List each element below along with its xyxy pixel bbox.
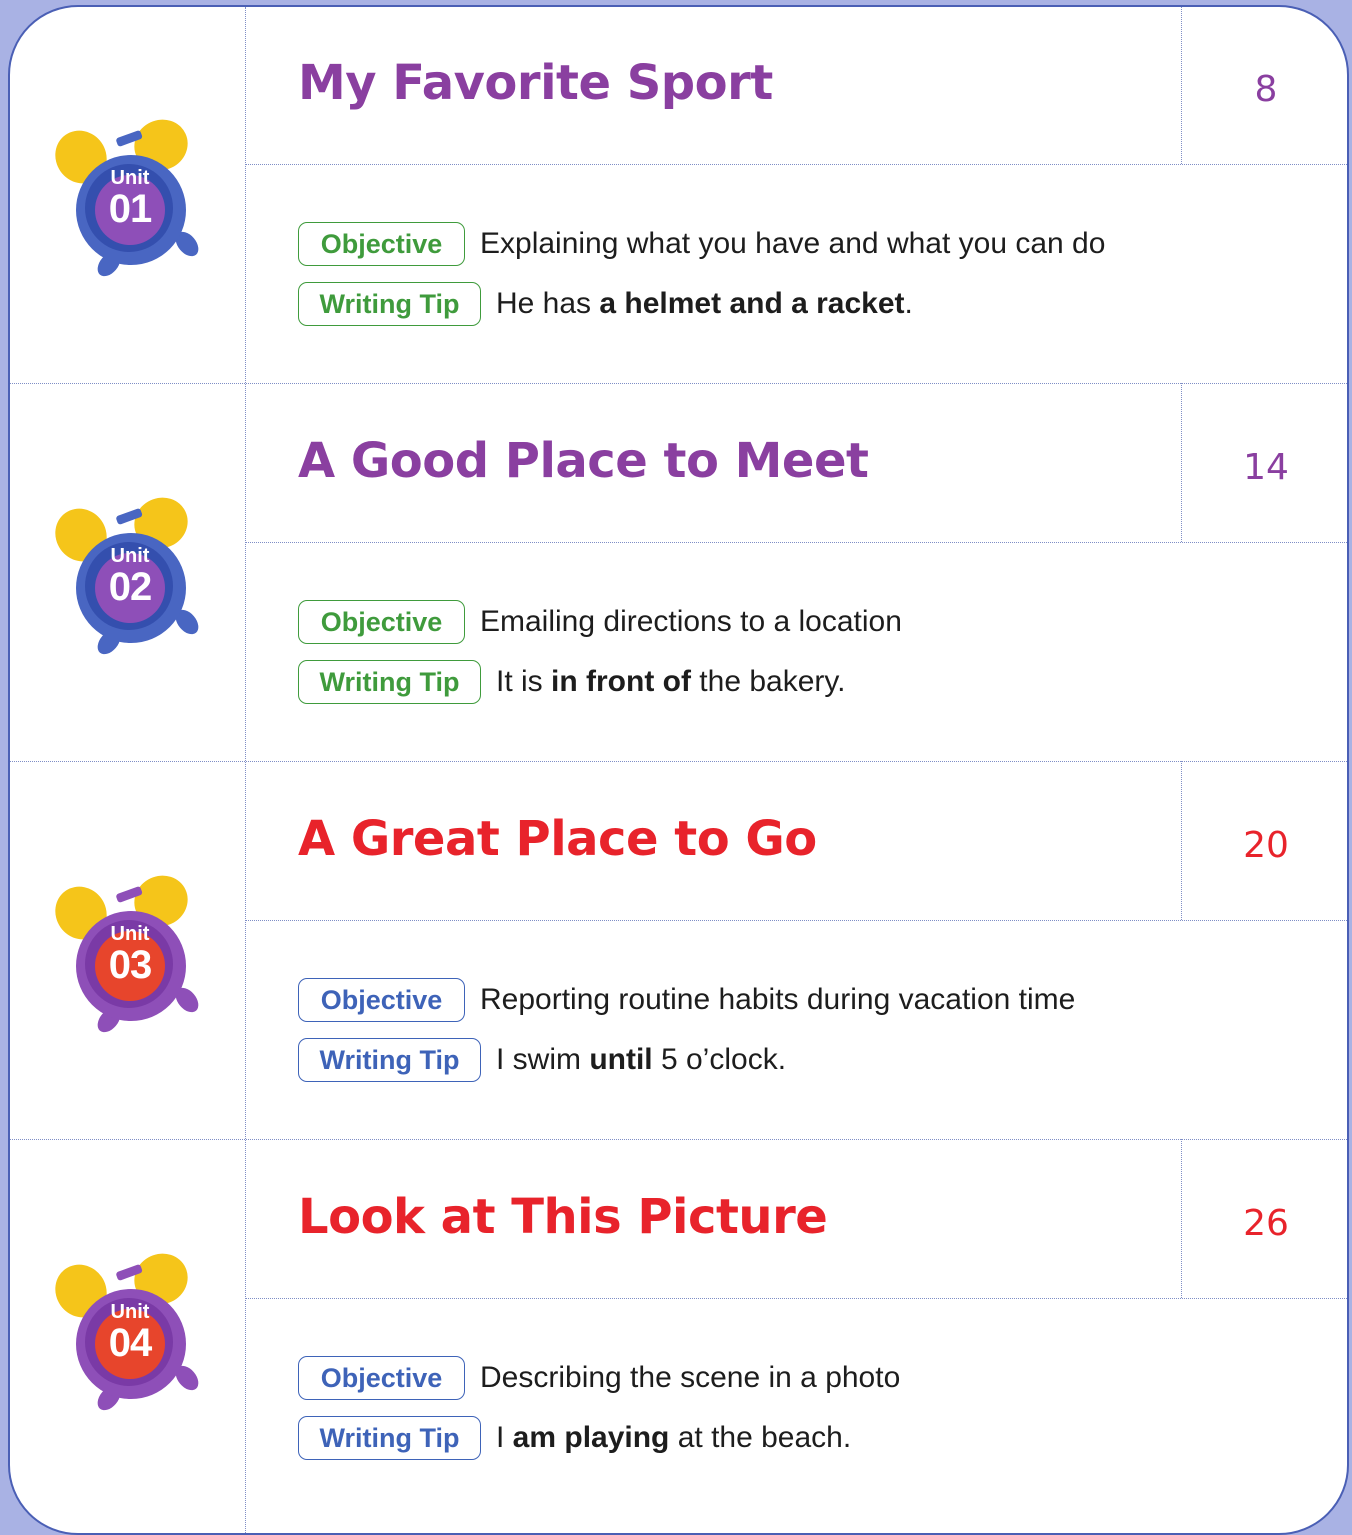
tip-text-post: . [904,287,913,320]
objective-tag: Objective [298,1356,465,1400]
unit-number: 02 [108,565,153,609]
title-divider [245,542,1347,543]
objective-text: Emailing directions to a location [480,605,902,638]
writing-tip-row: Writing Tip I am playing at the beach. [298,1415,851,1461]
page-number[interactable]: 20 [1181,825,1347,866]
objective-text: Reporting routine habits during vacation… [480,983,1076,1016]
unit-title[interactable]: My Favorite Sport [298,55,773,111]
tip-text-bold: a helmet and a racket [599,287,905,320]
unit-icon-cell: Unit 01 [10,7,245,384]
alarm-clock-icon: Unit 03 [54,868,206,1033]
objective-row: Objective Describing the scene in a phot… [298,1355,900,1401]
unit-icon-cell: Unit 04 [10,1141,245,1518]
writing-tip-text: I swim until 5 o’clock. [496,1043,786,1077]
writing-tip-tag: Writing Tip [298,1038,481,1082]
page-number[interactable]: 14 [1181,447,1347,488]
writing-tip-tag: Writing Tip [298,1416,481,1460]
tip-text-bold: in front of [551,665,691,698]
title-divider [245,164,1347,165]
objective-text: Describing the scene in a photo [480,1361,901,1394]
tip-text-bold: until [589,1043,653,1076]
tip-text-bold: am playing [512,1421,670,1454]
tip-text-pre: I swim [496,1043,590,1076]
objective-tag: Objective [298,600,465,644]
unit-title[interactable]: A Great Place to Go [298,811,817,867]
writing-tip-text: It is in front of the bakery. [496,665,846,699]
alarm-clock-icon: Unit 01 [54,112,206,277]
tip-text-post: at the beach. [669,1421,852,1454]
objective-text: Explaining what you have and what you ca… [480,227,1106,260]
objective-row: Objective Emailing directions to a locat… [298,599,902,645]
unit-icon-cell: Unit 02 [10,385,245,762]
table-of-contents-card: Unit 01 My Favorite Sport 8 Objective Ex… [8,5,1349,1535]
tip-text-post: 5 o’clock. [652,1043,787,1076]
writing-tip-tag: Writing Tip [298,660,481,704]
title-divider [245,1298,1347,1299]
objective-tag: Objective [298,222,465,266]
page-number[interactable]: 8 [1181,69,1347,110]
alarm-clock-icon: Unit 04 [54,1246,206,1411]
tip-text-pre: I [496,1421,513,1454]
tip-text-post: the bakery. [690,665,846,698]
writing-tip-row: Writing Tip It is in front of the bakery… [298,659,846,705]
column-divider [245,7,246,1533]
objective-row: Objective Explaining what you have and w… [298,221,1105,267]
alarm-clock-icon: Unit 02 [54,490,206,655]
unit-number: 04 [108,1321,153,1365]
unit-title[interactable]: A Good Place to Meet [298,433,869,489]
writing-tip-row: Writing Tip He has a helmet and a racket… [298,281,913,327]
unit-number: 03 [108,943,153,987]
writing-tip-text: I am playing at the beach. [496,1421,851,1455]
objective-tag: Objective [298,978,465,1022]
writing-tip-tag: Writing Tip [298,282,481,326]
unit-icon-cell: Unit 03 [10,763,245,1140]
objective-row: Objective Reporting routine habits durin… [298,977,1075,1023]
writing-tip-text: He has a helmet and a racket. [496,287,913,321]
page-number[interactable]: 26 [1181,1203,1347,1244]
writing-tip-row: Writing Tip I swim until 5 o’clock. [298,1037,786,1083]
unit-title[interactable]: Look at This Picture [298,1189,828,1245]
title-divider [245,920,1347,921]
unit-number: 01 [108,187,153,231]
tip-text-pre: It is [496,665,552,698]
tip-text-pre: He has [496,287,600,320]
